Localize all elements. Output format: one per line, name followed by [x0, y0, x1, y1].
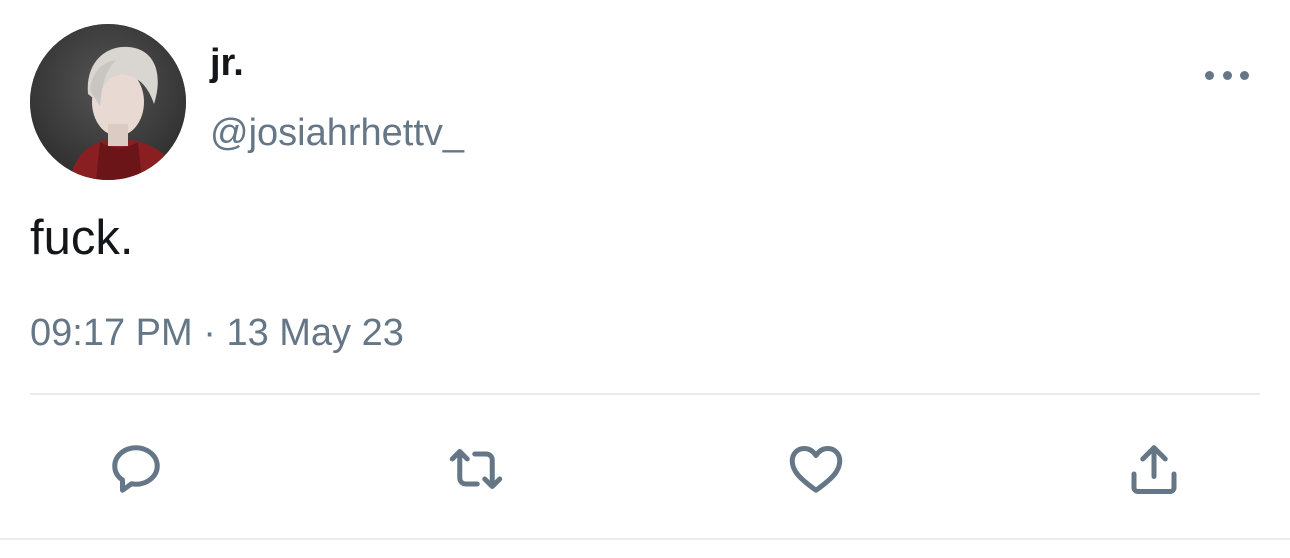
- meta-separator: ·: [203, 312, 216, 354]
- tweet-timestamp[interactable]: 09:17 PM · 13 May 23: [30, 307, 404, 359]
- retweet-icon: [449, 449, 503, 489]
- avatar-image: [30, 24, 186, 180]
- tweet-date: 13 May 23: [226, 312, 404, 354]
- tweet-time: 09:17 PM: [30, 312, 193, 354]
- user-handle[interactable]: @josiahrhettv_: [210, 108, 464, 158]
- reply-button[interactable]: [104, 437, 168, 501]
- display-name[interactable]: jr.: [210, 38, 244, 88]
- share-button[interactable]: [1122, 437, 1186, 501]
- heart-icon: [789, 446, 843, 493]
- reply-icon: [112, 445, 160, 493]
- share-icon: [1131, 445, 1177, 494]
- retweet-button[interactable]: [444, 437, 508, 501]
- more-horizontal-icon: [1240, 70, 1249, 80]
- divider: [30, 393, 1260, 395]
- divider: [0, 538, 1290, 540]
- more-horizontal-icon: [1222, 70, 1232, 80]
- tweet-text: fuck.: [30, 211, 134, 265]
- more-options-button[interactable]: [1205, 60, 1249, 90]
- more-horizontal-icon: [1205, 70, 1214, 80]
- like-button[interactable]: [784, 437, 848, 501]
- avatar[interactable]: [30, 24, 186, 180]
